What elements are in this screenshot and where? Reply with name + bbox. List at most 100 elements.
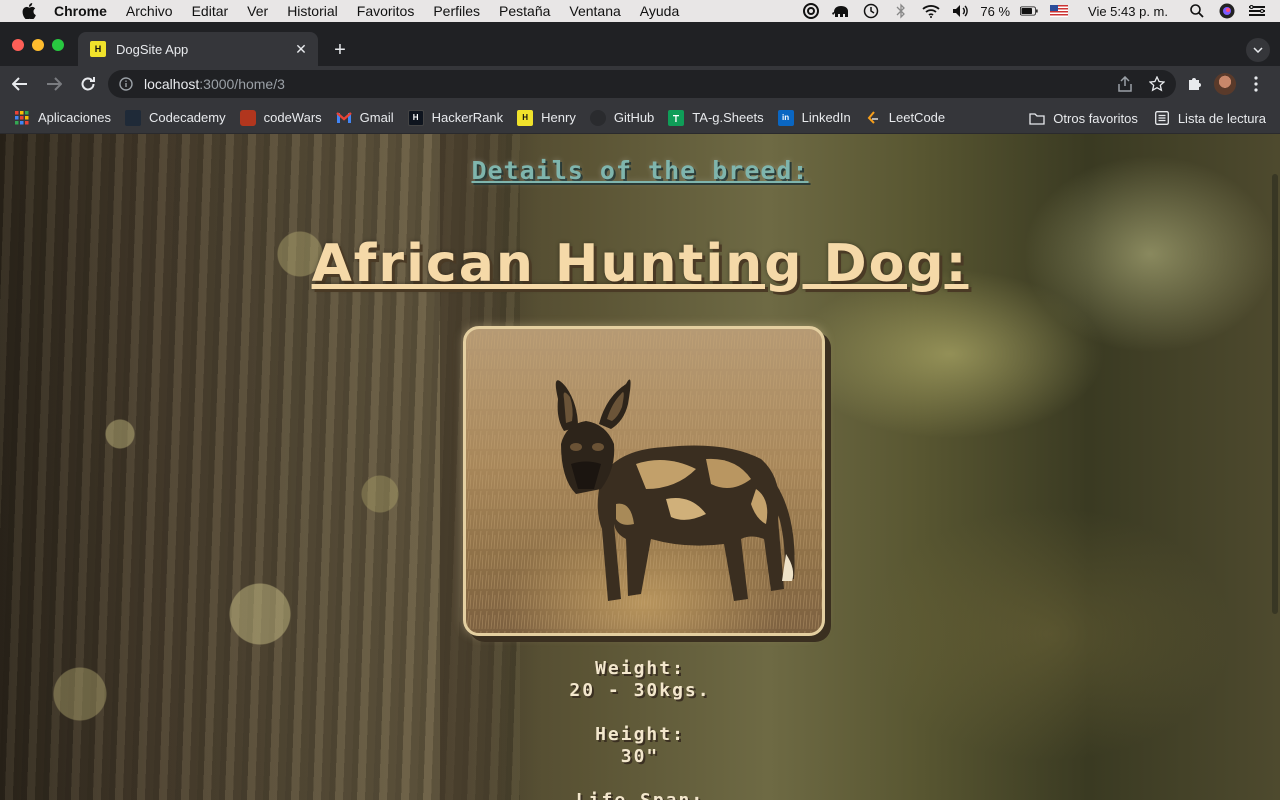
menu-ayuda[interactable]: Ayuda <box>640 3 679 19</box>
lifespan-stat: Life Span: <box>0 790 1280 800</box>
bookmark-codecademy[interactable]: Codecademy <box>125 109 226 126</box>
forward-button[interactable] <box>40 70 68 98</box>
menu-favoritos[interactable]: Favoritos <box>357 3 415 19</box>
address-bar[interactable]: localhost:3000/home/3 <box>108 70 1176 98</box>
back-button[interactable] <box>6 70 34 98</box>
reload-button[interactable] <box>74 70 102 98</box>
sheets-icon <box>668 109 685 126</box>
bookmark-label: Codecademy <box>149 110 226 125</box>
minimize-window-button[interactable] <box>32 39 44 51</box>
tab-search-button[interactable] <box>1246 38 1270 62</box>
battery-percent: 76 % <box>980 3 1011 19</box>
profile-avatar[interactable] <box>1214 73 1236 95</box>
bookmarks-bar-right: Otros favoritos Lista de lectura <box>1013 102 1266 134</box>
spotlight-search-icon[interactable] <box>1188 3 1206 19</box>
bookmark-hackerrank[interactable]: H HackerRank <box>407 109 503 126</box>
bookmark-label: GitHub <box>613 110 655 125</box>
menu-editar[interactable]: Editar <box>192 3 229 19</box>
new-tab-button[interactable]: + <box>328 38 352 62</box>
bookmark-label: codeWars <box>263 110 322 125</box>
breed-photo <box>463 326 825 636</box>
address-bar-actions <box>1102 75 1166 93</box>
linkedin-icon: in <box>777 109 794 126</box>
menubar-clock[interactable]: Vie 5:43 p. m. <box>1088 4 1168 19</box>
url-path: :3000/home/3 <box>199 76 285 92</box>
bookmark-gmail[interactable]: Gmail <box>335 110 394 126</box>
weight-stat: Weight: 20 - 30kgs. <box>0 658 1280 702</box>
bookmark-lista-de-lectura[interactable]: Lista de lectura <box>1154 110 1266 126</box>
african-wild-dog-image <box>466 329 822 633</box>
tab-dogsite-app[interactable]: H DogSite App ✕ <box>78 32 318 66</box>
page-viewport: Details of the breed: African Hunting Do… <box>0 134 1280 800</box>
henry-favicon-icon: H <box>90 41 106 57</box>
henry-icon: H <box>517 109 534 126</box>
browser-toolbar: localhost:3000/home/3 <box>0 66 1280 102</box>
codewars-icon <box>239 109 256 126</box>
battery-icon[interactable] <box>1020 3 1038 19</box>
bookmark-label: TA-g.Sheets <box>692 110 764 125</box>
url-host: localhost <box>144 76 200 92</box>
site-info-icon[interactable] <box>118 76 134 92</box>
chrome-menu-icon[interactable] <box>1246 74 1266 94</box>
flag-icon[interactable] <box>1050 3 1069 19</box>
menubar-status-area: 76 % Vie 5:43 p. m. <box>796 0 1280 22</box>
bookmark-codewars[interactable]: codeWars <box>239 109 322 126</box>
menu-historial[interactable]: Historial <box>287 3 338 19</box>
menu-perfiles[interactable]: Perfiles <box>433 3 480 19</box>
height-label: Height: <box>595 724 685 745</box>
reading-list-icon <box>1154 110 1170 126</box>
hackerrank-icon: H <box>407 109 424 126</box>
bookmark-label: Lista de lectura <box>1177 110 1266 126</box>
share-icon[interactable] <box>1116 75 1134 93</box>
bookmark-star-icon[interactable] <box>1148 75 1166 93</box>
bookmark-linkedin[interactable]: in LinkedIn <box>777 109 851 126</box>
apple-icon[interactable] <box>20 3 38 19</box>
bookmark-label: Aplicaciones <box>38 110 111 125</box>
window-controls <box>12 39 72 51</box>
menu-pestana[interactable]: Pestaña <box>499 3 550 19</box>
leetcode-icon <box>865 110 881 126</box>
control-center-icon[interactable] <box>1248 3 1266 19</box>
close-window-button[interactable] <box>12 39 24 51</box>
bookmark-leetcode[interactable]: LeetCode <box>865 110 945 126</box>
bookmark-github[interactable]: GitHub <box>589 109 655 126</box>
close-tab-icon[interactable]: ✕ <box>292 40 310 58</box>
macos-menu-bar: Chrome Archivo Editar Ver Historial Favo… <box>0 0 1280 22</box>
menu-ver[interactable]: Ver <box>247 3 268 19</box>
bookmark-label: Henry <box>541 110 576 125</box>
volume-icon[interactable] <box>952 3 970 19</box>
elephant-icon[interactable] <box>832 3 850 19</box>
lifespan-label: Life Span: <box>0 790 1280 800</box>
menu-ventana[interactable]: Ventana <box>569 3 620 19</box>
siri-icon[interactable] <box>1218 3 1236 19</box>
details-subheading: Details of the breed: <box>471 156 809 185</box>
gmail-icon <box>335 110 352 126</box>
github-icon <box>589 109 606 126</box>
bookmarks-bar: Aplicaciones Codecademy codeWars Gmail H… <box>0 102 1280 134</box>
bookmark-henry[interactable]: H Henry <box>517 109 576 126</box>
arrow-right-icon <box>47 77 62 91</box>
menu-app-name[interactable]: Chrome <box>54 3 107 19</box>
bookmark-label: Otros favoritos <box>1053 110 1138 126</box>
target-icon[interactable] <box>802 3 820 19</box>
bookmark-otros-favoritos[interactable]: Otros favoritos <box>1029 110 1138 126</box>
breed-stats: Weight: 20 - 30kgs. Height: 30" Life Spa… <box>0 658 1280 800</box>
reload-icon <box>81 77 95 91</box>
weight-label: Weight: <box>595 658 685 679</box>
extensions-puzzle-icon[interactable] <box>1184 74 1204 94</box>
bookmark-label: LeetCode <box>888 110 946 125</box>
menu-archivo[interactable]: Archivo <box>126 3 173 19</box>
codecademy-icon <box>125 109 141 126</box>
page-scrollbar[interactable] <box>1272 174 1278 614</box>
bluetooth-icon[interactable] <box>892 3 910 19</box>
apps-grid-icon <box>14 110 30 126</box>
folder-icon <box>1029 110 1045 126</box>
wifi-icon[interactable] <box>922 3 940 19</box>
bookmark-aplicaciones[interactable]: Aplicaciones <box>14 110 111 126</box>
height-value: 30" <box>620 746 660 767</box>
zoom-window-button[interactable] <box>52 39 64 51</box>
bookmark-ta-gsheets[interactable]: TA-g.Sheets <box>668 109 764 126</box>
tab-title: DogSite App <box>116 41 189 57</box>
breed-name-title: African Hunting Dog: <box>311 234 969 294</box>
time-machine-icon[interactable] <box>862 3 880 19</box>
